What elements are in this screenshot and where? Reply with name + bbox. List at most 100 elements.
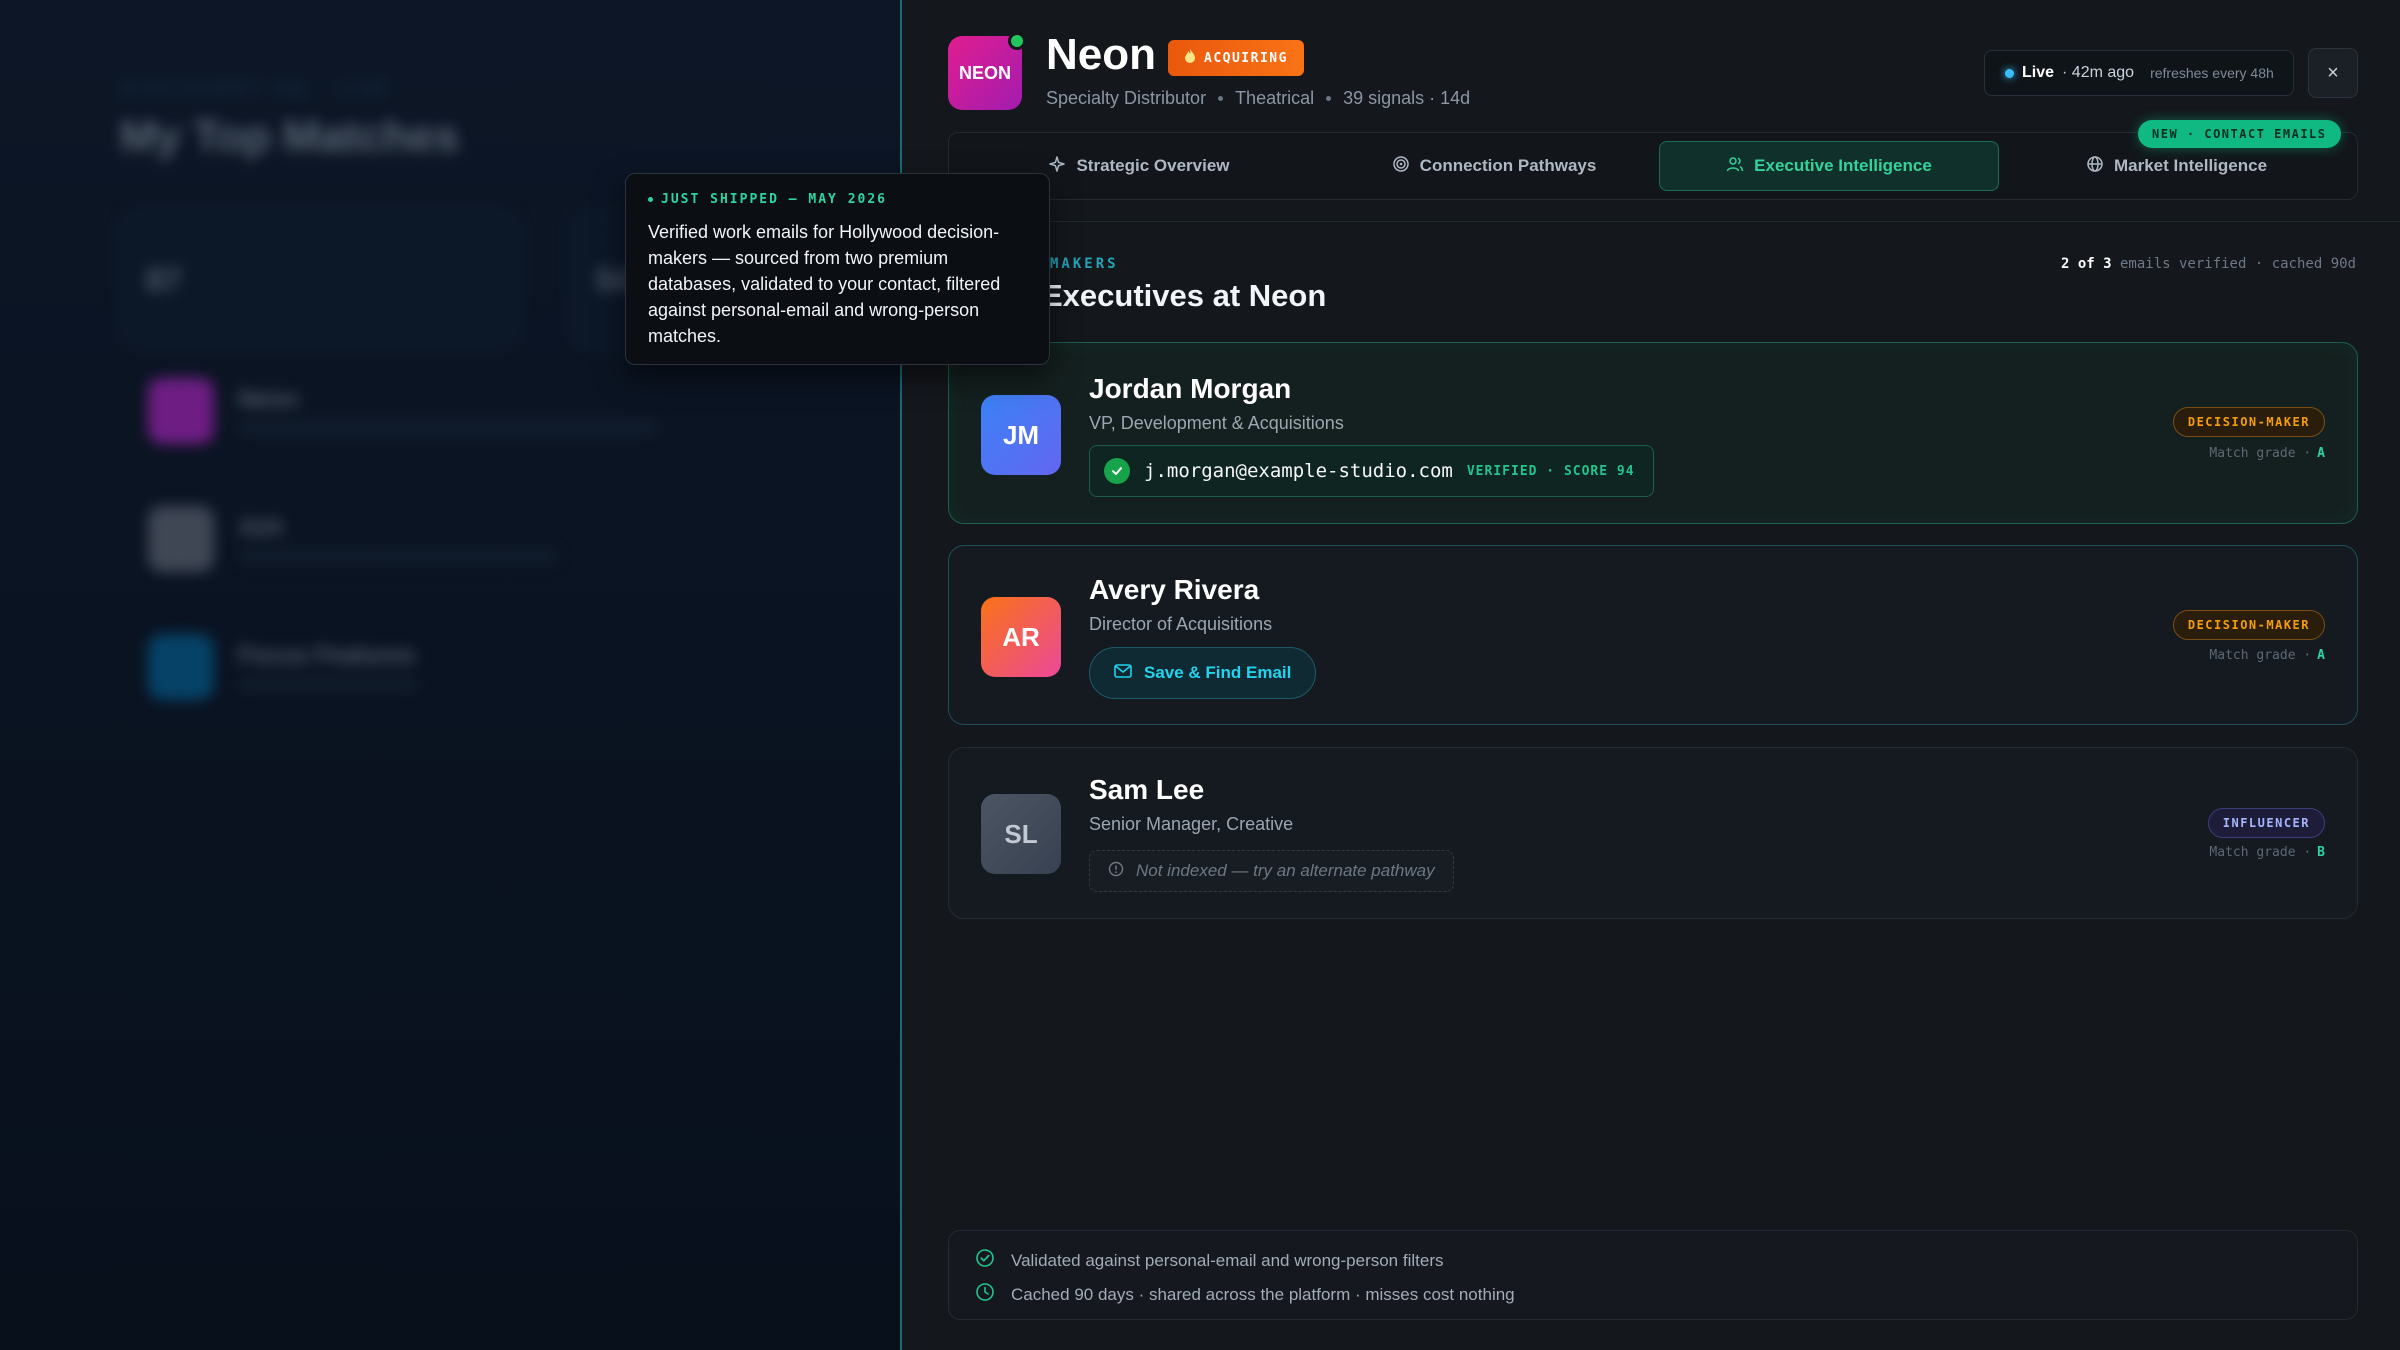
save-and-find-email-label: Save & Find Email [1144,663,1292,682]
background-avatar [148,634,214,700]
background-list-name: Focus Features [238,642,416,669]
avatar: SL [981,794,1061,874]
tab-label: Connection Pathways [1419,156,1597,175]
close-button[interactable]: × [2308,48,2358,98]
decision-maker-badge: DECISION-MAKER [2172,610,2325,640]
background-stat-card: 87 [120,210,520,350]
tab-executive-intelligence[interactable]: Executive Intelligence [1659,141,1999,191]
match-grade: Match grade · A [2209,648,2325,663]
footer-note-text: Validated against personal-email and wro… [1011,1250,1444,1270]
background-list-subtext [238,550,558,562]
footer-note: Cached 90 days · shared across the platf… [975,1282,1515,1307]
check-circle-icon [975,1248,995,1273]
executive-role: Director of Acquisitions [1089,614,1273,634]
tab-market-intelligence[interactable]: Market Intelligence [2014,141,2339,191]
match-grade-value: A [2317,648,2325,663]
influencer-badge: INFLUENCER [2207,808,2325,838]
avatar-initials: JM [1002,419,1040,450]
executive-name: Jordan Morgan [1089,373,1292,404]
executive-name: Sam Lee [1089,774,1205,805]
decision-maker-badge: DECISION-MAKER [2172,407,2325,437]
acquiring-badge: ACQUIRING [1168,40,1304,76]
section-eyebrow: MAKERS [1050,256,1119,272]
footer-note-text: Cached 90 days · shared across the platf… [1011,1284,1515,1304]
target-icon [1392,155,1410,178]
verified-email-field[interactable]: j.morgan@example-studio.com VERIFIED · S… [1089,445,1654,497]
avatar: AR [981,597,1061,677]
executive-role: Senior Manager, Creative [1089,814,1294,834]
tab-label: Strategic Overview [1076,156,1230,175]
company-type: Specialty Distributor [1046,88,1207,108]
executive-card[interactable]: SL Sam Lee Senior Manager, Creative Not … [948,747,2358,919]
live-status-pill: Live · 42m ago refreshes every 48h [1984,50,2294,96]
footer-notes: Validated against personal-email and wro… [948,1230,2358,1320]
info-icon [1108,861,1124,882]
not-indexed-text: Not indexed — try an alternate pathway [1136,861,1435,880]
background-list-name: Neon [238,386,298,413]
company-logo-text: NEON [958,62,1011,83]
background-breadcrumb: DISCOVERY HQ · LIVE [120,78,391,100]
save-and-find-email-button[interactable]: Save & Find Email [1089,647,1317,699]
section-title: Executives at Neon [1042,278,1326,314]
flame-icon [1184,48,1196,68]
background-page-title: My Top Matches [120,112,460,161]
acquiring-badge-label: ACQUIRING [1204,50,1288,66]
company-detail-panel: NEON Neon ACQUIRING Specialty Distributo… [900,0,2400,1350]
close-icon: × [2327,61,2339,84]
new-feature-badge: NEW · CONTACT EMAILS [2138,120,2341,148]
online-indicator [1008,32,1026,50]
check-circle-icon [1104,458,1130,484]
background-list-subtext [238,678,418,690]
section-title-text: Executives at Neon [1042,278,1327,313]
executive-role: VP, Development & Acquisitions [1089,413,1344,433]
background-list-item: A24 [148,506,708,586]
match-grade-label: Match grade · [2209,845,2312,860]
background-list-item: Neon [148,378,708,458]
panel-header: NEON Neon ACQUIRING Specialty Distributo… [902,0,2400,222]
company-logo: NEON [948,32,1026,110]
email-verified-tag: VERIFIED · SCORE 94 [1466,463,1635,479]
match-grade-label: Match grade · [2209,446,2312,461]
background-avatar [148,506,214,572]
tab-label: Executive Intelligence [1754,156,1932,175]
email-verification-summary: 2 of 3 emails verified · cached 90d [2061,256,2356,272]
footer-note: Validated against personal-email and wro… [975,1248,1443,1273]
not-indexed-status: Not indexed — try an alternate pathway [1089,850,1454,892]
tooltip-kicker-text: JUST SHIPPED — MAY 2026 [661,192,888,207]
email-address[interactable]: j.morgan@example-studio.com [1144,460,1453,482]
meta-separator [1326,96,1332,101]
match-grade: Match grade · B [2209,845,2325,860]
avatar: JM [981,395,1061,475]
background-list-subtext [238,422,658,434]
background-stat-value: 87 [146,262,182,298]
company-segment: Theatrical [1235,88,1315,108]
tooltip-body: Verified work emails for Hollywood decis… [648,222,1001,346]
background-avatar [148,378,214,444]
match-grade-value: B [2317,845,2325,860]
live-dot-icon [2005,68,2014,78]
tab-label: Market Intelligence [2113,156,2268,175]
executive-card[interactable]: JM Jordan Morgan VP, Development & Acqui… [948,342,2358,524]
globe-icon [2086,155,2104,178]
live-refresh-note: refreshes every 48h [2150,65,2274,81]
company-name: Neon [1046,30,1156,79]
sparkle-icon [1048,155,1066,178]
avatar-initials: SL [1004,818,1038,849]
company-signals: 39 signals · 14d [1343,88,1471,108]
avatar-initials: AR [1002,621,1040,652]
match-grade-value: A [2317,446,2325,461]
live-label: Live [2022,64,2055,81]
company-meta: Specialty Distributor Theatrical 39 sign… [1046,88,1470,109]
verified-suffix: emails verified · cached 90d [2119,256,2356,272]
live-updated-ago: · 42m ago [2062,64,2135,81]
match-grade: Match grade · A [2209,446,2325,461]
executive-name: Avery Rivera [1089,574,1260,605]
background-list-name: A24 [238,514,283,541]
tooltip-kicker: JUST SHIPPED — MAY 2026 [648,192,1027,207]
match-grade-label: Match grade · [2209,648,2312,663]
tab-connection-pathways[interactable]: Connection Pathways [1324,141,1664,191]
mail-icon [1114,663,1132,683]
users-icon [1726,155,1744,178]
background-list-item: Focus Features [148,634,708,714]
executive-card[interactable]: AR Avery Rivera Director of Acquisitions… [948,545,2358,725]
